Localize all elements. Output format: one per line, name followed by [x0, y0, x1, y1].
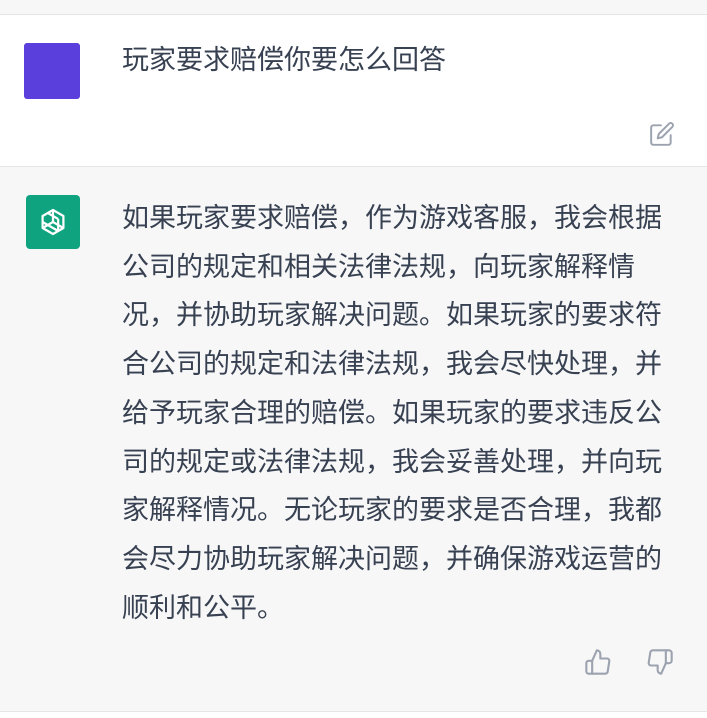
thumbs-down-icon [647, 649, 673, 675]
top-divider [0, 0, 707, 15]
thumbs-up-icon [585, 649, 611, 675]
user-message-text: 玩家要求赔偿你要怎么回答 [122, 45, 446, 76]
assistant-avatar [26, 195, 80, 249]
edit-button[interactable] [647, 119, 677, 149]
feedback-buttons [581, 645, 677, 679]
user-avatar [24, 43, 80, 99]
thumbs-up-button[interactable] [581, 645, 615, 679]
bottom-area [0, 712, 707, 718]
user-message: 玩家要求赔偿你要怎么回答 [0, 15, 707, 167]
openai-logo-icon [41, 208, 65, 236]
assistant-message: 如果玩家要求赔偿，作为游戏客服，我会根据公司的规定和相关法律法规，向玩家解释情况… [0, 167, 707, 712]
thumbs-down-button[interactable] [643, 645, 677, 679]
edit-icon [650, 122, 674, 146]
assistant-message-text: 如果玩家要求赔偿，作为游戏客服，我会根据公司的规定和相关法律法规，向玩家解释情况… [122, 203, 662, 624]
